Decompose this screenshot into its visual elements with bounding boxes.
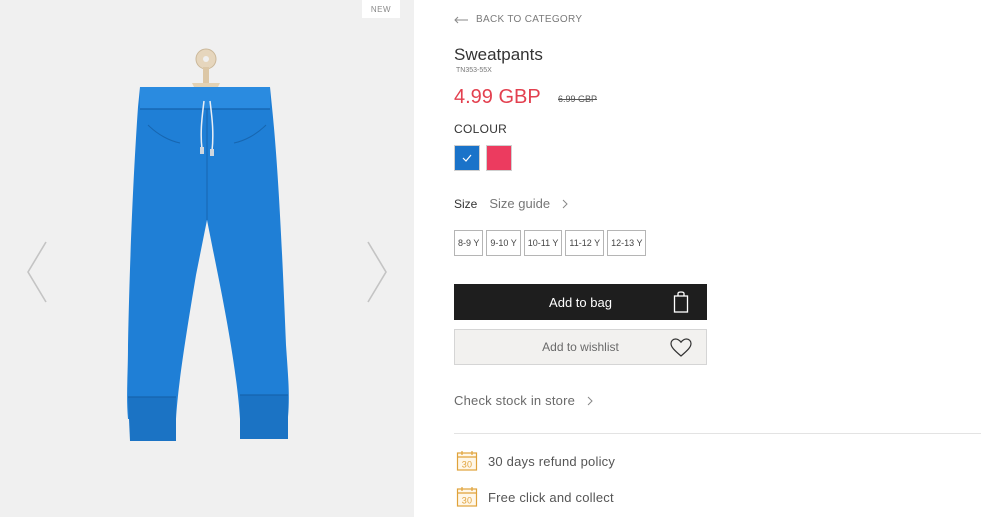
svg-text:30: 30 [462,460,472,470]
size-option[interactable]: 12-13 Y [607,230,647,256]
feature-label: Free click and collect [488,489,614,505]
feature-click-and-collect: 30 Free click and collect [456,486,614,508]
chevron-right-icon [587,396,593,406]
product-info-panel: BACK TO CATEGORY Sweatpants TN353-55X 4.… [454,0,981,517]
add-to-wishlist-label: Add to wishlist [542,340,619,354]
new-badge: NEW [362,0,400,18]
previous-image-arrow-icon[interactable] [26,240,48,309]
size-option[interactable]: 9-10 Y [486,230,521,256]
product-image [110,45,300,450]
add-to-bag-button[interactable]: Add to bag [454,284,707,320]
check-stock-label: Check stock in store [454,393,576,408]
arrow-left-icon [454,16,468,24]
feature-label: 30 days refund policy [488,453,616,469]
product-sku: TN353-55X [456,67,492,74]
feature-refund-policy: 30 30 days refund policy [456,450,615,472]
current-price: 4.99 GBP [454,86,541,108]
colour-label: COLOUR [454,122,508,136]
old-price: 6.99 GBP [558,94,598,104]
divider [454,433,981,434]
size-option[interactable]: 11-12 Y [565,230,605,256]
size-option[interactable]: 8-9 Y [454,230,484,256]
add-to-bag-label: Add to bag [549,294,612,310]
shopping-bag-icon [673,291,689,316]
add-to-wishlist-button[interactable]: Add to wishlist [454,329,707,365]
colour-swatch-blue[interactable] [454,145,480,171]
size-label: Size [454,196,478,211]
size-guide-link[interactable]: Size guide [489,196,568,211]
check-stock-link[interactable]: Check stock in store [454,393,593,408]
size-row: Size Size guide [454,196,568,211]
back-to-category-label: BACK TO CATEGORY [476,14,583,25]
next-image-arrow-icon[interactable] [366,240,388,309]
heart-icon [670,338,692,360]
svg-text:30: 30 [462,496,472,506]
size-guide-label: Size guide [489,196,551,211]
colour-swatches [454,145,512,171]
size-option[interactable]: 10-11 Y [523,230,563,256]
colour-swatch-pink[interactable] [486,145,512,171]
back-to-category-link[interactable]: BACK TO CATEGORY [454,14,582,25]
calendar-30-icon: 30 [456,450,478,472]
product-title: Sweatpants [454,45,543,64]
checkmark-icon [462,154,472,162]
product-gallery: NEW [0,0,414,517]
calendar-30-icon: 30 [456,486,478,508]
chevron-right-icon [562,199,568,209]
hanger-icon [192,48,220,91]
size-options: 8-9 Y 9-10 Y 10-11 Y 11-12 Y 12-13 Y [454,230,647,256]
